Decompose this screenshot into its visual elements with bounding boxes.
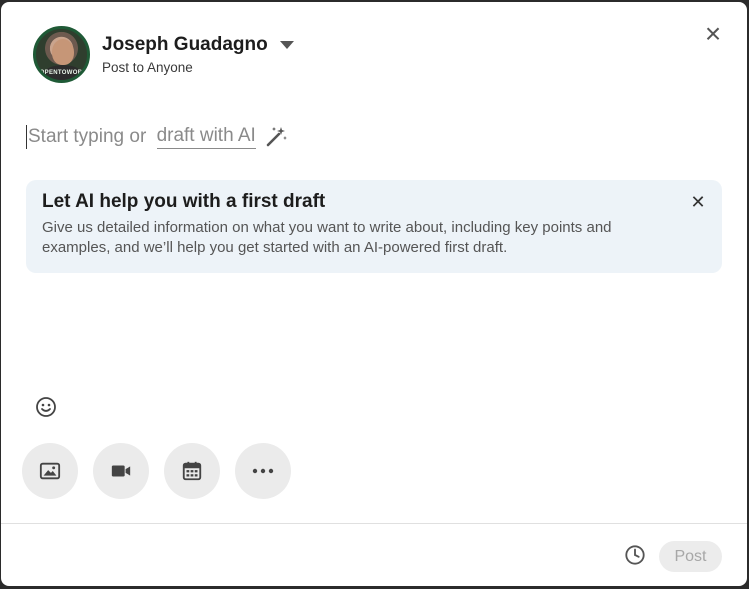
add-media-button[interactable] xyxy=(22,443,78,499)
add-event-button[interactable] xyxy=(164,443,220,499)
footer-divider xyxy=(1,523,747,524)
more-options-button[interactable] xyxy=(235,443,291,499)
calendar-icon xyxy=(182,461,202,481)
draft-with-ai-link[interactable]: draft with AI xyxy=(156,125,256,149)
post-tools xyxy=(22,443,306,499)
clock-icon[interactable] xyxy=(624,544,646,566)
ellipsis-icon xyxy=(252,468,274,474)
chevron-down-icon[interactable] xyxy=(279,41,294,49)
post-author-header[interactable]: #OPENTOWORK Joseph Guadagno Post to Anyo… xyxy=(33,26,294,83)
magic-wand-icon[interactable] xyxy=(264,125,288,149)
author-info[interactable]: Joseph Guadagno Post to Anyone xyxy=(102,34,294,75)
ai-card-title: Let AI help you with a first draft xyxy=(42,191,326,212)
post-visibility: Post to Anyone xyxy=(102,60,193,75)
post-editor[interactable]: Start typing or draft with AI xyxy=(26,123,288,151)
close-icon[interactable]: × xyxy=(701,20,725,48)
author-name: Joseph Guadagno xyxy=(102,34,268,55)
ai-card-description: Give us detailed information on what you… xyxy=(42,219,612,256)
editor-placeholder: Start typing or xyxy=(28,126,152,147)
ai-draft-card: Let AI help you with a first draft Give … xyxy=(26,180,722,273)
text-cursor xyxy=(26,125,27,149)
avatar-face xyxy=(52,39,74,65)
image-icon xyxy=(39,462,61,480)
avatar: #OPENTOWORK xyxy=(33,26,90,83)
emoji-smile-icon[interactable] xyxy=(34,395,58,419)
create-post-dialog: #OPENTOWORK Joseph Guadagno Post to Anyo… xyxy=(1,2,747,586)
open-to-work-badge: #OPENTOWORK xyxy=(36,70,87,76)
post-button[interactable]: Post xyxy=(659,541,722,572)
add-video-button[interactable] xyxy=(93,443,149,499)
ai-card-close-icon[interactable]: ✕ xyxy=(690,193,706,211)
video-camera-icon xyxy=(111,465,131,477)
